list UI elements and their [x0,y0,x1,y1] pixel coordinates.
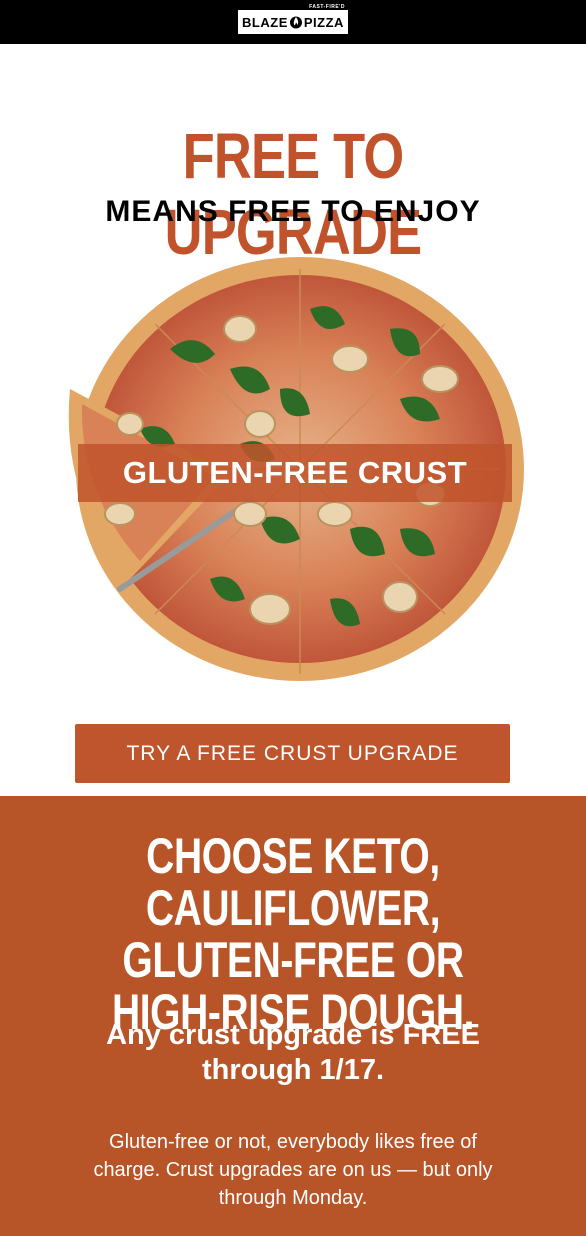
promo-body-line: Gluten-free or not, everybody likes free… [109,1131,477,1153]
promo-subheadline: Any crust upgrade is FREE through 1/17. [0,1018,586,1088]
promo-headline: CHOOSE KETO, CAULIFLOWER, GLUTEN-FREE OR… [64,830,521,1038]
flame-icon [289,16,302,29]
logo-word-left: BLAZE [242,14,288,30]
promo-headline-line: GLUTEN-FREE OR [122,932,464,988]
promo-body-text: Gluten-free or not, everybody likes free… [40,1128,546,1212]
hero-section: FREE TO UPGRADE MEANS FREE TO ENJOY GLUT… [0,44,586,796]
promo-headline-line: CHOOSE KETO, CAULIFLOWER, [145,828,441,936]
logo-tagline: FAST-FIRE'D [309,4,345,10]
top-bar: FAST-FIRE'D BLAZE PIZZA [0,0,586,44]
promo-body-line: through Monday. [218,1187,368,1209]
promo-section: CHOOSE KETO, CAULIFLOWER, GLUTEN-FREE OR… [0,796,586,1236]
try-free-crust-upgrade-button[interactable]: TRY A FREE CRUST UPGRADE [75,724,510,783]
promo-body-line: charge. Crust upgrades are on us — but o… [93,1159,493,1181]
promo-sub-line: through 1/17. [201,1054,385,1086]
gluten-free-crust-banner: GLUTEN-FREE CRUST [78,444,512,502]
promo-sub-line: Any crust upgrade is FREE [106,1019,480,1051]
blaze-pizza-logo[interactable]: FAST-FIRE'D BLAZE PIZZA [238,4,348,34]
hero-subhead: MEANS FREE TO ENJOY [105,195,481,228]
banner-label: GLUTEN-FREE CRUST [122,455,468,490]
logo-word-right: PIZZA [303,14,344,30]
